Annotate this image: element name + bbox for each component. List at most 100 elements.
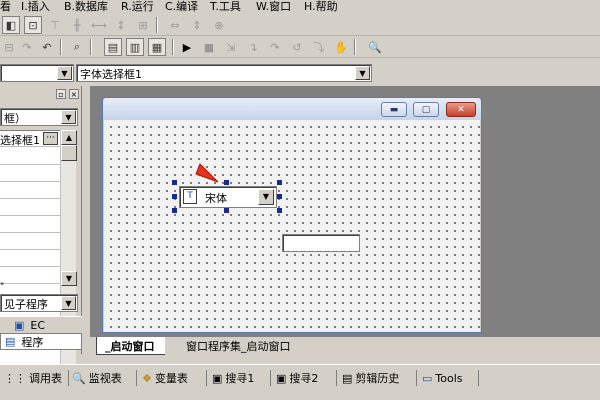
- center-in-window-icon[interactable]: ⊕: [210, 16, 228, 34]
- tab-watch[interactable]: 🔍 监视表: [72, 368, 122, 388]
- align-top-icon[interactable]: ⊤: [46, 16, 64, 34]
- edit-box-control[interactable]: [282, 234, 360, 252]
- property-row[interactable]: [0, 233, 60, 250]
- font-type-icon: T: [183, 189, 197, 204]
- menu-insert[interactable]: I.插入: [21, 0, 50, 14]
- property-row-selected[interactable]: 选择框1 ···: [0, 131, 60, 147]
- tab-call-stack[interactable]: ⋮⋮ 调用表: [4, 368, 62, 388]
- selection-handle[interactable]: [172, 180, 177, 185]
- step-out-icon[interactable]: ↺: [288, 38, 306, 56]
- vertical-spacing-icon[interactable]: ⇕: [188, 16, 206, 34]
- find-icon[interactable]: ⌕: [68, 38, 86, 56]
- align-middle-icon[interactable]: ╫: [68, 16, 86, 34]
- toolbar-row-2: ⊟ ↷ ↶ ⌕ ▤ ▥ ▦ ▶ ■ ⇲ ↴ ↷ ↺ ⤵ ✋ 🔍: [0, 36, 600, 58]
- selection-handle[interactable]: [224, 208, 229, 213]
- same-width-icon[interactable]: ⟷: [90, 16, 108, 34]
- tab-variables[interactable]: ❖ 变量表: [142, 368, 188, 388]
- window-tabs: _启动窗口 窗口程序集_启动窗口: [90, 336, 600, 356]
- property-panel: ▫ × 框） ▼ 选择框1 ··· ▲ ▼ ": [0, 86, 82, 374]
- scroll-thumb[interactable]: [61, 145, 77, 161]
- scroll-up-icon[interactable]: ▲: [61, 130, 77, 145]
- design-window[interactable]: ▬ ▢ ✕: [102, 97, 482, 333]
- event-combo[interactable]: 见子程序 ▼: [0, 294, 78, 312]
- maximize-icon[interactable]: ▢: [413, 102, 439, 117]
- panel-minimize-icon[interactable]: ▫: [56, 89, 66, 99]
- tab-startup-window[interactable]: _启动窗口: [96, 337, 165, 355]
- menu-window[interactable]: W.窗口: [256, 0, 291, 14]
- close-icon[interactable]: ✕: [446, 102, 476, 117]
- selection-handle[interactable]: [277, 180, 282, 185]
- horizontal-spacing-icon[interactable]: ⇔: [166, 16, 184, 34]
- toolbar-separator: [156, 17, 158, 33]
- design-canvas[interactable]: [104, 120, 480, 332]
- help-search-icon[interactable]: 🔍: [366, 38, 384, 56]
- align-center-icon[interactable]: ⊡: [24, 16, 42, 34]
- property-row[interactable]: [0, 148, 60, 165]
- run-icon[interactable]: ▶: [178, 38, 196, 56]
- redo-icon[interactable]: ↷: [18, 38, 36, 56]
- clipboard-icon: ▤: [342, 371, 353, 385]
- component-type-combo[interactable]: ▼: [0, 64, 74, 82]
- layout-split-icon[interactable]: ▥: [126, 38, 144, 56]
- toolbar-separator: [172, 39, 174, 55]
- toolbar-separator: [354, 39, 356, 55]
- tab-tools[interactable]: ▭ Tools: [422, 368, 463, 388]
- tab-separator: [206, 370, 207, 386]
- step-into-icon[interactable]: ↴: [244, 38, 262, 56]
- side-tab-program[interactable]: ▤ 程序: [0, 333, 82, 350]
- property-row[interactable]: [0, 250, 60, 267]
- chevron-down-icon[interactable]: ▼: [61, 296, 76, 310]
- property-row[interactable]: [0, 267, 60, 284]
- chevron-down-icon[interactable]: ▼: [355, 66, 370, 80]
- selection-handle[interactable]: [224, 180, 229, 185]
- property-row[interactable]: [0, 216, 60, 233]
- toolbar-separator: [60, 39, 62, 55]
- pointer-arrow-icon: [195, 163, 219, 183]
- run-to-cursor-icon[interactable]: ⤵: [310, 38, 328, 56]
- menu-tools[interactable]: T.工具: [210, 0, 241, 14]
- step-icon[interactable]: ⇲: [222, 38, 240, 56]
- selection-handle[interactable]: [172, 208, 177, 213]
- layout-icon[interactable]: ▤: [104, 38, 122, 56]
- object-select-combo[interactable]: 框） ▼: [0, 108, 78, 126]
- panel-close-icon[interactable]: ×: [69, 89, 79, 99]
- scroll-down-icon[interactable]: ▼: [61, 271, 77, 286]
- selection-handle[interactable]: [277, 208, 282, 213]
- selection-handle[interactable]: [172, 194, 177, 199]
- menu-view[interactable]: 看: [0, 0, 11, 14]
- property-row[interactable]: [0, 182, 60, 199]
- menu-compile[interactable]: C.编译: [165, 0, 198, 14]
- side-tab-ec[interactable]: ▣ EC: [0, 316, 82, 333]
- menu-help[interactable]: H.帮助: [304, 0, 338, 14]
- ellipsis-button[interactable]: ···: [43, 132, 58, 145]
- tab-search-2[interactable]: ▣ 搜寻2: [276, 368, 318, 388]
- hand-icon[interactable]: ✋: [332, 38, 350, 56]
- tab-window-assembly[interactable]: 窗口程序集_启动窗口: [176, 337, 301, 355]
- bottom-panel-tabs: ⋮⋮ 调用表 🔍 监视表 ❖ 变量表 ▣ 搜寻1 ▣ 搜寻2 ▤ 剪辑历史 ▭ …: [0, 364, 600, 390]
- tab-variables-label: 变量表: [154, 372, 188, 385]
- align-left-icon[interactable]: ◧: [2, 16, 20, 34]
- menubar: 看 I.插入 B.数据库 R.运行 C.编译 T.工具 W.窗口 H.帮助: [0, 0, 600, 14]
- tab-search-1[interactable]: ▣ 搜寻1: [212, 368, 254, 388]
- tree-expand-icon[interactable]: ": [0, 282, 8, 292]
- chevron-down-icon[interactable]: ▼: [57, 66, 72, 80]
- delete-icon[interactable]: ⊟: [0, 38, 18, 56]
- property-row[interactable]: [0, 199, 60, 216]
- undo-icon[interactable]: ↶: [38, 38, 56, 56]
- component-name-combo[interactable]: 字体选择框1 ▼: [76, 64, 372, 82]
- step-over-icon[interactable]: ↷: [266, 38, 284, 56]
- selection-handle[interactable]: [277, 194, 282, 199]
- stop-icon[interactable]: ■: [200, 38, 218, 56]
- chevron-down-icon[interactable]: ▼: [61, 110, 76, 124]
- menu-run[interactable]: R.运行: [121, 0, 154, 14]
- property-row[interactable]: [0, 165, 60, 182]
- same-height-icon[interactable]: ↕: [112, 16, 130, 34]
- layout-grid-icon[interactable]: ▦: [148, 38, 166, 56]
- design-window-titlebar[interactable]: ▬ ▢ ✕: [103, 98, 481, 120]
- minimize-icon[interactable]: ▬: [381, 102, 407, 117]
- font-select-control[interactable]: T 宋体 ▼: [179, 186, 277, 208]
- chevron-down-icon[interactable]: ▼: [258, 189, 274, 205]
- same-size-icon[interactable]: ⊞: [134, 16, 152, 34]
- menu-database[interactable]: B.数据库: [64, 0, 108, 14]
- tab-clip-history[interactable]: ▤ 剪辑历史: [342, 368, 399, 388]
